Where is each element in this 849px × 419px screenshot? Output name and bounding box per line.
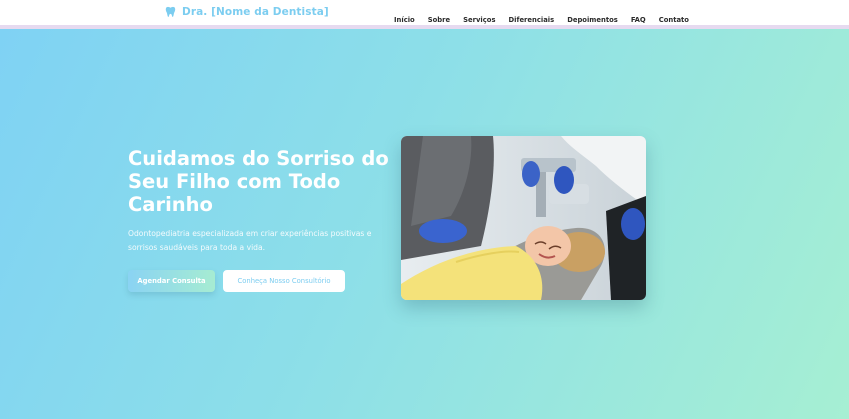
visit-office-button[interactable]: Conheça Nosso Consultório xyxy=(223,270,345,292)
nav-menu: Início Sobre Serviços Diferenciais Depoi… xyxy=(394,7,689,26)
nav-link-sobre[interactable]: Sobre xyxy=(428,16,450,24)
hero-section: Cuidamos do Sorriso do Seu Filho com Tod… xyxy=(0,29,849,419)
nav-item: Sobre xyxy=(428,7,450,26)
nav-item: Início xyxy=(394,7,415,26)
navbar: Dra. [Nome da Dentista] Início Sobre Ser… xyxy=(0,0,849,25)
schedule-appointment-button[interactable]: Agendar Consulta xyxy=(128,270,215,292)
nav-link-servicos[interactable]: Serviços xyxy=(463,16,495,24)
hero-photo-dental-visit xyxy=(401,136,646,300)
nav-link-inicio[interactable]: Início xyxy=(394,16,415,24)
hero-subtitle: Odontopediatria especializada em criar e… xyxy=(128,229,372,252)
nav-link-depoimentos[interactable]: Depoimentos xyxy=(567,16,618,24)
nav-link-contato[interactable]: Contato xyxy=(659,16,689,24)
nav-item: Diferenciais xyxy=(509,7,555,26)
nav-item: Serviços xyxy=(463,7,495,26)
brand-name: Dra. [Nome da Dentista] xyxy=(182,6,329,18)
nav-link-faq[interactable]: FAQ xyxy=(631,16,646,24)
hero-title: Cuidamos do Sorriso do Seu Filho com Tod… xyxy=(128,147,389,216)
dental-visit-illustration xyxy=(401,136,646,300)
nav-item: FAQ xyxy=(631,7,646,26)
brand-logo-link[interactable]: Dra. [Nome da Dentista] xyxy=(165,5,329,19)
tooth-icon xyxy=(165,6,176,17)
nav-link-diferenciais[interactable]: Diferenciais xyxy=(509,16,555,24)
nav-item: Depoimentos xyxy=(567,7,618,26)
nav-item: Contato xyxy=(659,7,689,26)
